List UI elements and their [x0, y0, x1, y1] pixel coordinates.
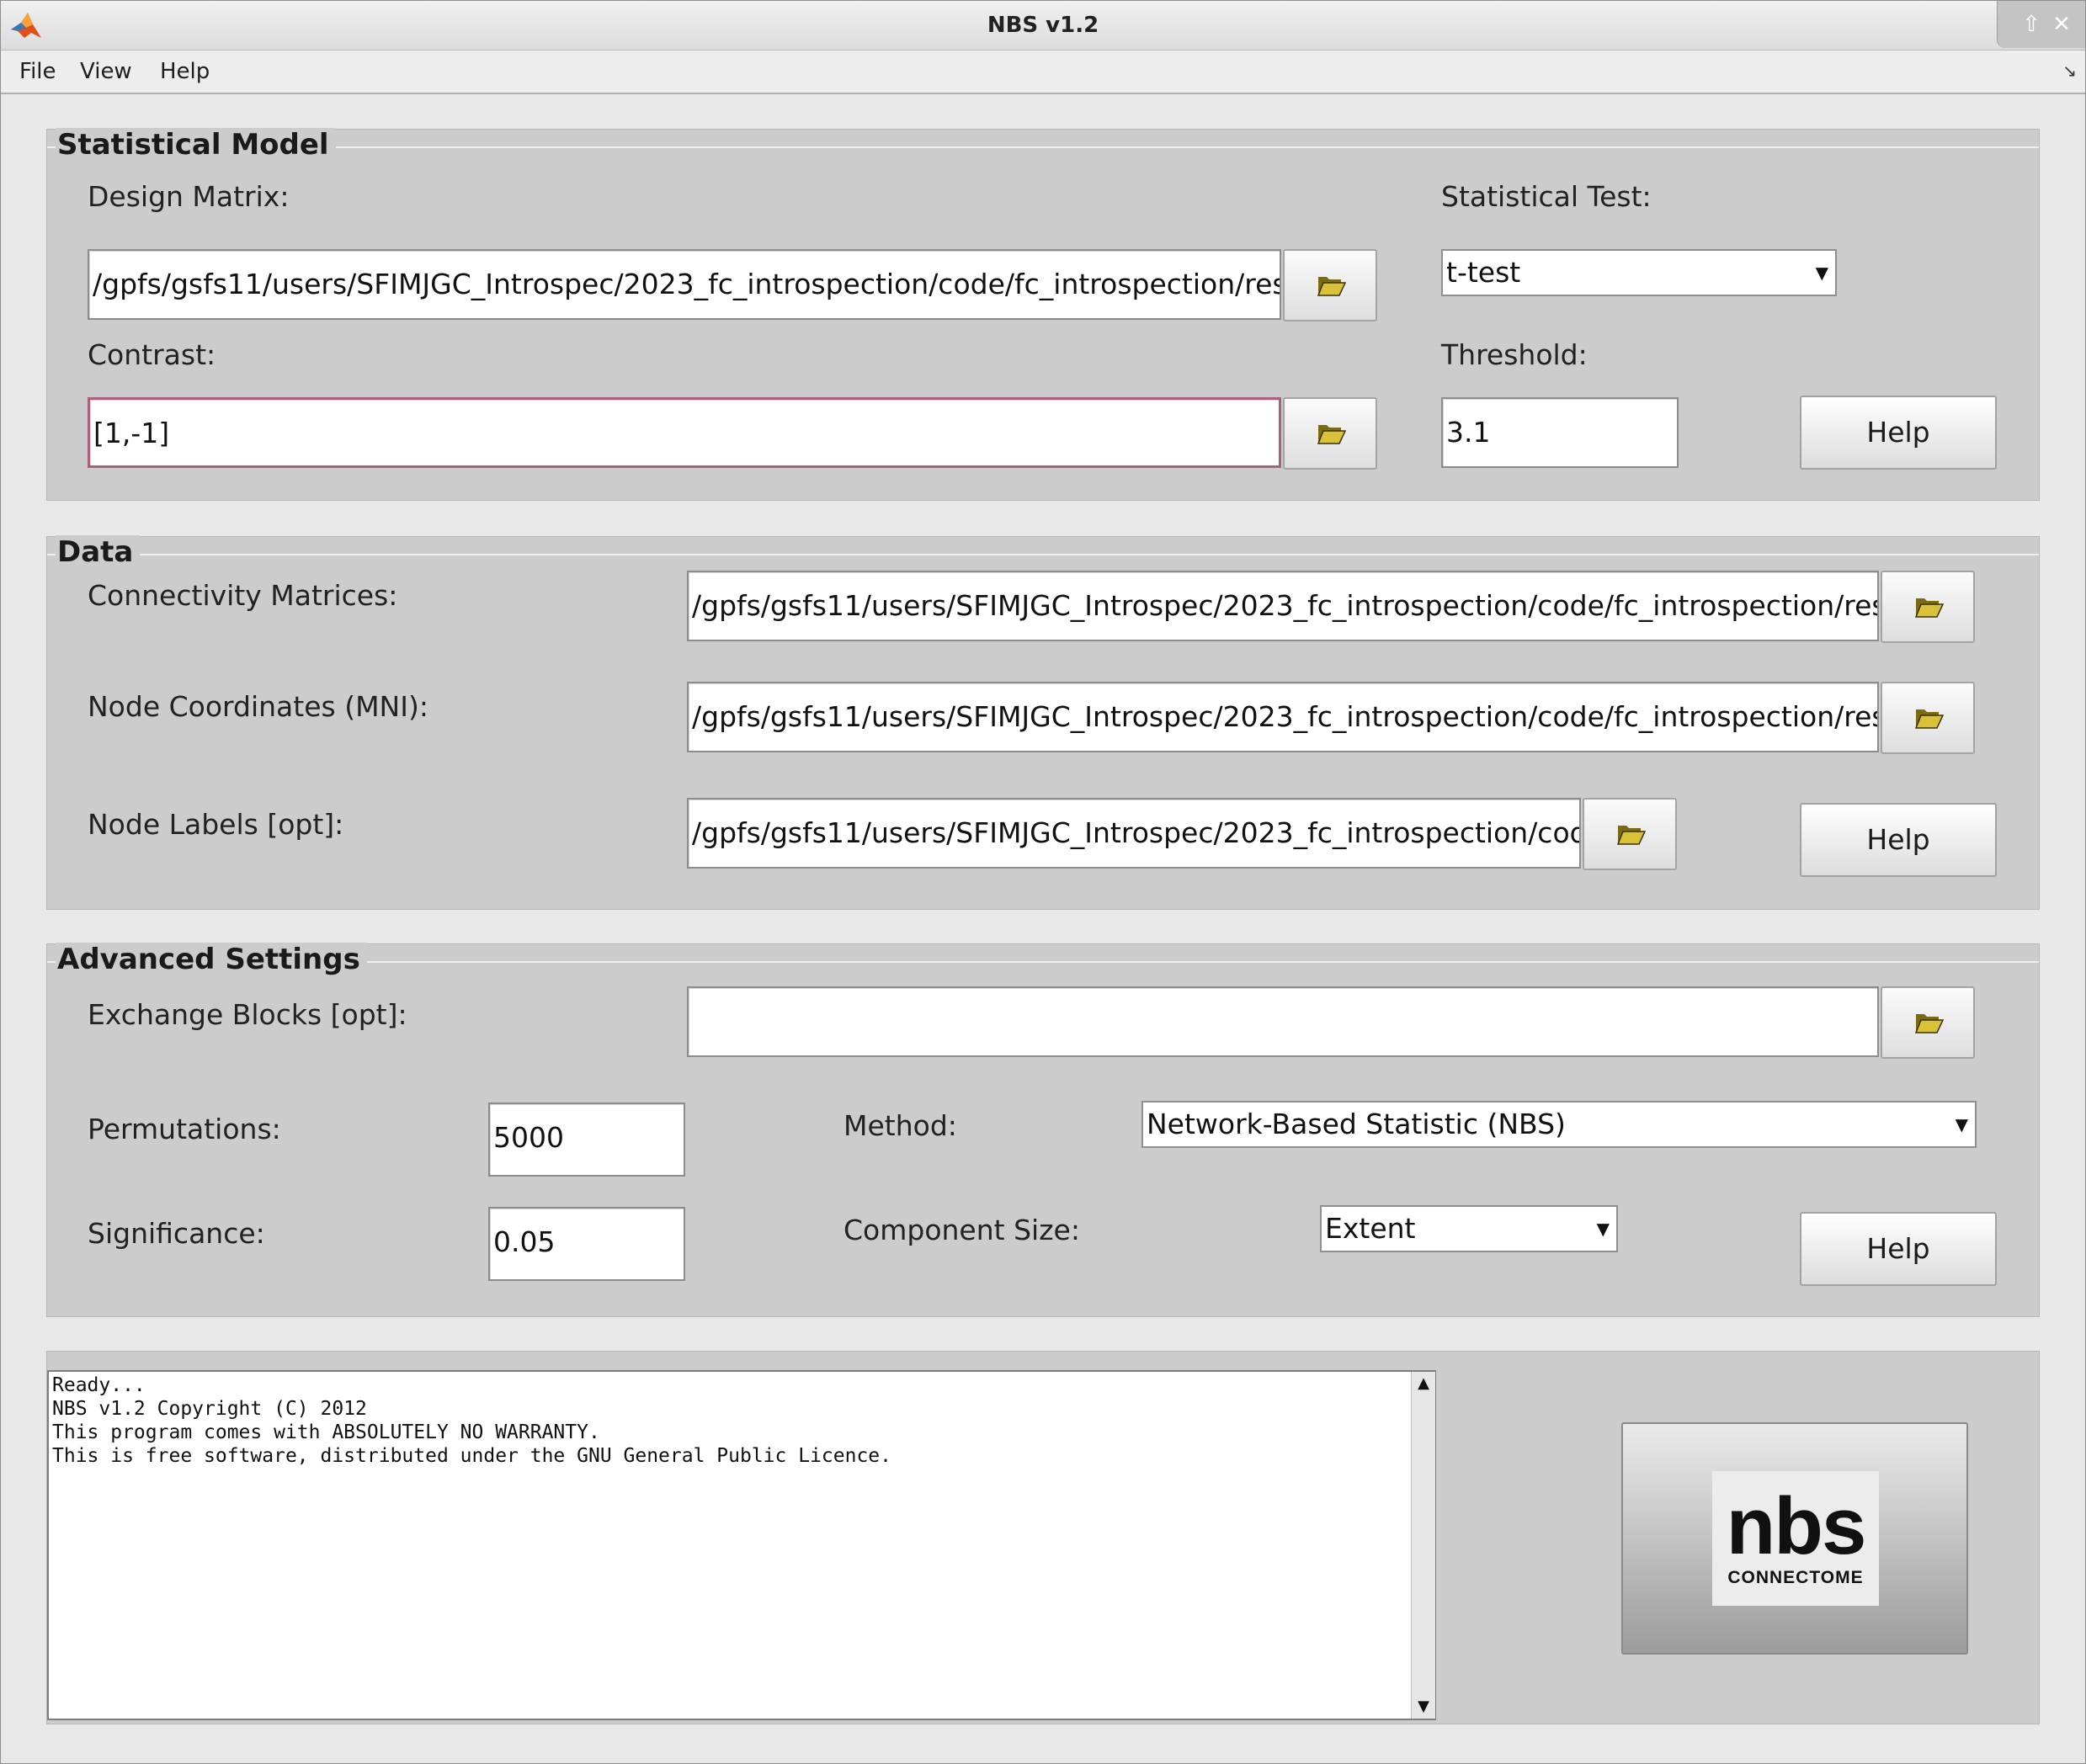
permutations-label: Permutations: — [88, 1113, 281, 1145]
console-line: NBS v1.2 Copyright (C) 2012 — [52, 1398, 367, 1420]
method-value: Network-Based Statistic (NBS) — [1147, 1108, 1566, 1140]
statistical-test-label: Statistical Test: — [1441, 180, 1652, 213]
folder-open-icon — [1915, 1014, 1944, 1033]
statistical-test-select[interactable]: t-test ▼ — [1441, 249, 1837, 296]
data-panel: Data Connectivity Matrices: /gpfs/gsfs11… — [46, 535, 2040, 910]
significance-label: Significance: — [88, 1217, 265, 1250]
console-line: Ready... — [52, 1374, 146, 1396]
design-matrix-label: Design Matrix: — [88, 180, 290, 213]
console-line: This program comes with ABSOLUTELY NO WA… — [52, 1421, 600, 1443]
panel-border-line — [47, 146, 2039, 148]
method-select[interactable]: Network-Based Statistic (NBS) ▼ — [1141, 1101, 1977, 1148]
statistical-model-title: Statistical Model — [56, 128, 336, 162]
connectivity-browse-button[interactable] — [1881, 571, 1975, 643]
menu-help[interactable]: Help — [160, 50, 210, 93]
exchange-blocks-label: Exchange Blocks [opt]: — [88, 998, 407, 1031]
design-matrix-input[interactable]: /gpfs/gsfs11/users/SFIMJGC_Introspec/202… — [88, 249, 1281, 320]
folder-open-icon — [1915, 709, 1944, 729]
logo-text: nbs — [1726, 1481, 1867, 1571]
maximize-icon[interactable]: ⇧ — [2019, 13, 2043, 36]
window-controls: ⇧ ✕ — [1997, 1, 2085, 48]
chevron-down-icon: ▼ — [1815, 263, 1828, 283]
threshold-label: Threshold: — [1441, 338, 1588, 371]
chevron-down-icon: ▼ — [1596, 1219, 1610, 1239]
scroll-up-icon[interactable]: ▲ — [1412, 1372, 1435, 1395]
console-scrollbar[interactable]: ▲ ▼ — [1411, 1372, 1435, 1719]
method-label: Method: — [843, 1109, 957, 1142]
logo-subtext: CONNECTOME — [1727, 1568, 1864, 1587]
scroll-down-icon[interactable]: ▼ — [1412, 1695, 1435, 1719]
component-size-value: Extent — [1325, 1212, 1416, 1245]
exchange-blocks-browse-button[interactable] — [1881, 986, 1975, 1059]
connectivity-matrices-input[interactable]: /gpfs/gsfs11/users/SFIMJGC_Introspec/202… — [687, 571, 1879, 641]
menu-view[interactable]: View — [80, 50, 132, 93]
chevron-down-icon: ▼ — [1955, 1114, 1968, 1134]
statistical-test-value: t-test — [1446, 256, 1521, 289]
output-panel: Ready... NBS v1.2 Copyright (C) 2012 Thi… — [46, 1351, 2040, 1724]
nbs-connectome-logo: nbs CONNECTOME — [1712, 1471, 1879, 1606]
exchange-blocks-input[interactable] — [687, 986, 1879, 1057]
console-output[interactable]: Ready... NBS v1.2 Copyright (C) 2012 Thi… — [47, 1370, 1436, 1720]
folder-open-icon — [1317, 277, 1346, 296]
node-coordinates-input[interactable]: /gpfs/gsfs11/users/SFIMJGC_Introspec/202… — [687, 682, 1879, 752]
data-title: Data — [56, 535, 141, 569]
node-coordinates-browse-button[interactable] — [1881, 682, 1975, 754]
contrast-label: Contrast: — [88, 338, 216, 371]
run-nbs-button[interactable]: nbs CONNECTOME — [1621, 1422, 1968, 1655]
menu-bar: File View Help ↘ — [1, 50, 2085, 94]
component-size-label: Component Size: — [843, 1214, 1080, 1246]
node-labels-input[interactable]: /gpfs/gsfs11/users/SFIMJGC_Introspec/202… — [687, 798, 1581, 869]
node-coordinates-label: Node Coordinates (MNI): — [88, 690, 428, 723]
contrast-browse-button[interactable] — [1283, 397, 1377, 470]
advanced-settings-title: Advanced Settings — [56, 943, 367, 976]
advanced-settings-help-button[interactable]: Help — [1800, 1212, 1997, 1286]
title-bar: NBS v1.2 ⇧ ✕ — [1, 1, 2085, 50]
design-matrix-browse-button[interactable] — [1283, 249, 1377, 321]
node-labels-label: Node Labels [opt]: — [88, 808, 344, 841]
statistical-model-help-button[interactable]: Help — [1800, 396, 1997, 470]
toolbar-toggle-icon[interactable]: ↘ — [2062, 61, 2077, 81]
advanced-settings-panel: Advanced Settings Exchange Blocks [opt]:… — [46, 943, 2040, 1317]
nbs-window: NBS v1.2 ⇧ ✕ File View Help ↘ Statistica… — [0, 0, 2086, 1764]
contrast-input[interactable]: [1,-1] — [88, 397, 1281, 468]
folder-open-icon — [1617, 826, 1646, 845]
statistical-model-panel: Statistical Model Design Matrix: /gpfs/g… — [46, 128, 2040, 501]
data-help-button[interactable]: Help — [1800, 803, 1997, 877]
connectivity-matrices-label: Connectivity Matrices: — [88, 579, 398, 612]
permutations-input[interactable]: 5000 — [488, 1102, 685, 1177]
console-line: This is free software, distributed under… — [52, 1445, 891, 1467]
component-size-select[interactable]: Extent ▼ — [1320, 1205, 1618, 1252]
menu-file[interactable]: File — [19, 50, 56, 93]
panel-border-line — [47, 554, 2039, 555]
window-title: NBS v1.2 — [987, 13, 1099, 38]
significance-input[interactable]: 0.05 — [488, 1207, 685, 1281]
close-icon[interactable]: ✕ — [2050, 13, 2073, 36]
threshold-input[interactable]: 3.1 — [1441, 397, 1679, 468]
folder-open-icon — [1317, 425, 1346, 444]
folder-open-icon — [1915, 598, 1944, 618]
node-labels-browse-button[interactable] — [1583, 798, 1677, 870]
